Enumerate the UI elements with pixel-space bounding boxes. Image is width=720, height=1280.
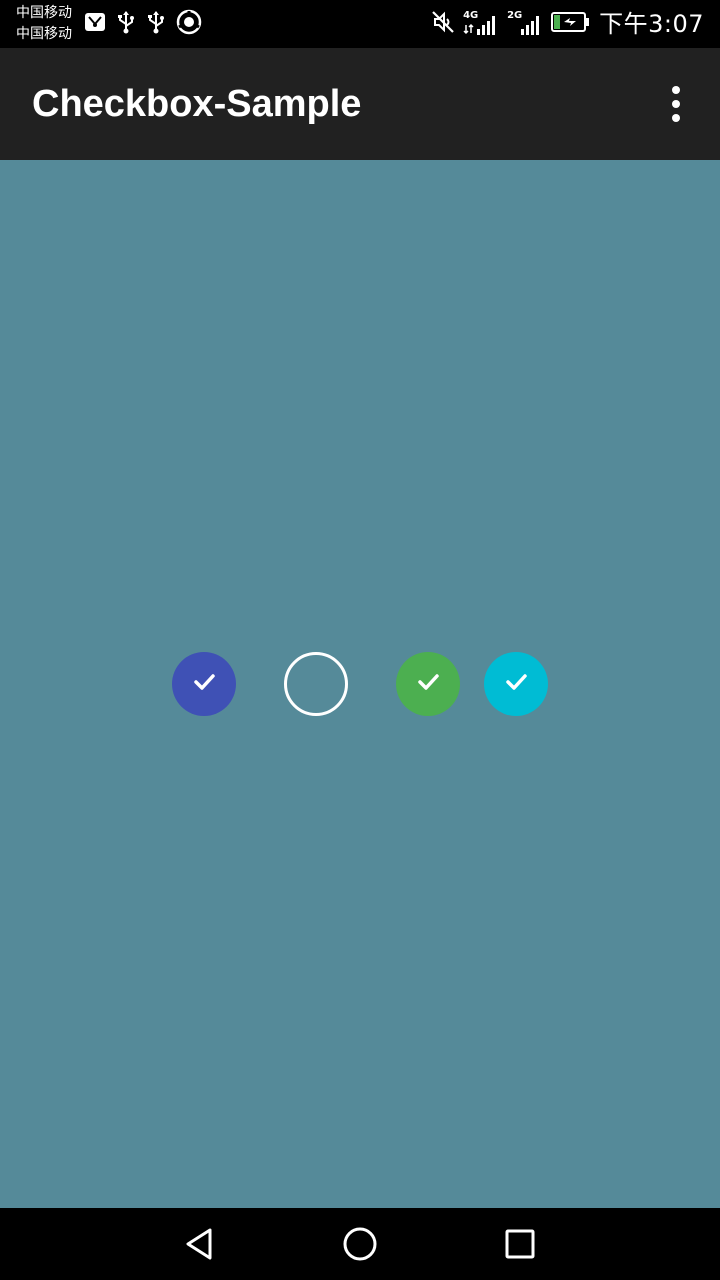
notification-icons — [84, 9, 202, 39]
checkbox-3[interactable] — [396, 652, 460, 716]
content-area — [0, 160, 720, 1208]
usb-icon — [116, 10, 136, 38]
app-notification-icon — [84, 11, 106, 37]
sync-icon — [176, 9, 202, 39]
carrier-label-2: 中国移动 — [16, 26, 72, 42]
status-bar: 中国移动 中国移动 4G 2G 下午3:07 — [0, 0, 720, 48]
battery-charging-icon — [551, 11, 591, 37]
signal-2g-icon: 2G — [507, 11, 543, 37]
mute-icon — [431, 10, 455, 38]
back-icon[interactable] — [180, 1224, 220, 1264]
clock: 下午3:07 — [599, 10, 704, 38]
app-title: Checkbox-Sample — [32, 83, 362, 125]
more-vert-icon[interactable] — [660, 84, 692, 124]
checkbox-4[interactable] — [484, 652, 548, 716]
checkbox-2[interactable] — [284, 652, 348, 716]
signal-4g-icon: 4G — [463, 11, 499, 37]
carrier-label-1: 中国移动 — [16, 5, 72, 21]
checkbox-1[interactable] — [172, 652, 236, 716]
navigation-bar — [0, 1208, 720, 1280]
usb-icon — [146, 10, 166, 38]
app-bar: Checkbox-Sample — [0, 48, 720, 160]
check-icon — [502, 668, 530, 700]
recents-icon[interactable] — [500, 1224, 540, 1264]
carrier-info: 中国移动 中国移动 — [16, 3, 72, 45]
check-icon — [414, 668, 442, 700]
home-icon[interactable] — [340, 1224, 380, 1264]
check-icon — [190, 668, 218, 700]
status-icons: 4G 2G 下午3:07 — [431, 8, 704, 40]
